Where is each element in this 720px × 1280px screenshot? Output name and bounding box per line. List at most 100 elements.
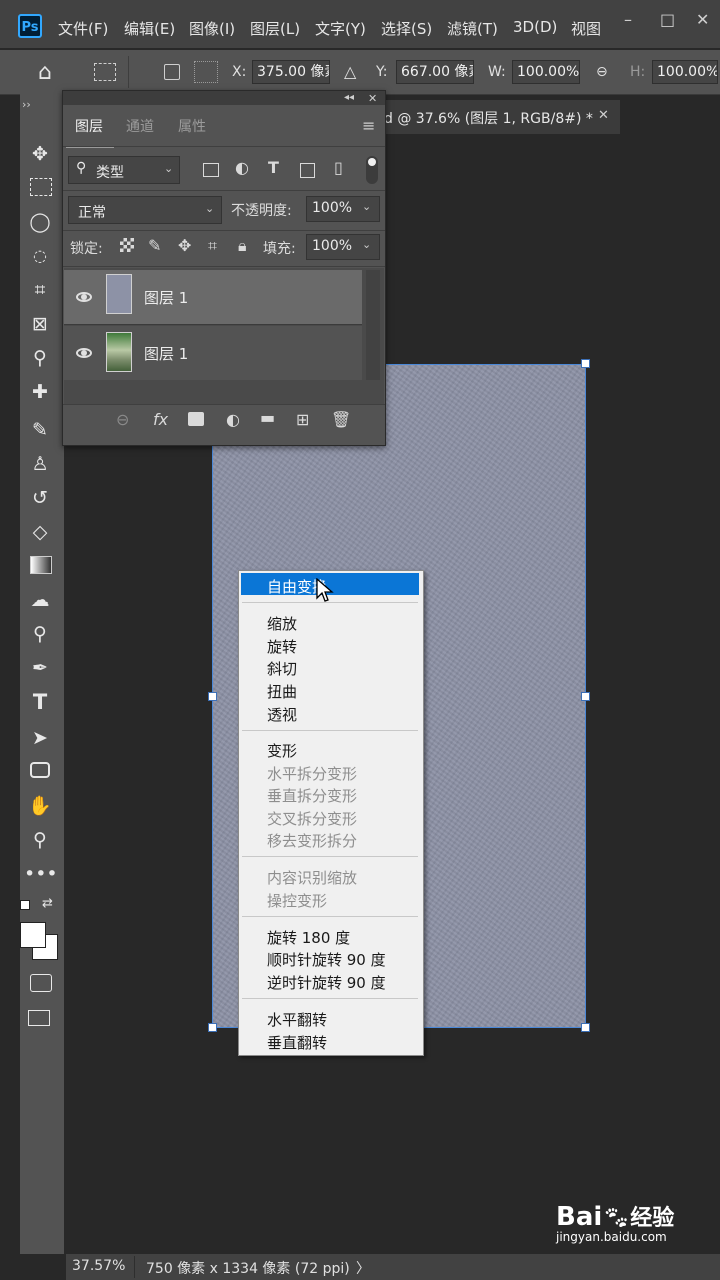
gradient-tool-icon[interactable] — [30, 556, 52, 574]
y-position-field[interactable]: 667.00 像素 — [396, 60, 474, 84]
context-item-content-aware-scale[interactable]: 内容识别缩放 — [267, 867, 357, 888]
collapse-panel-icon[interactable]: ◂◂ — [344, 92, 354, 103]
status-menu-arrow[interactable]: 〉 — [356, 1258, 370, 1278]
chevron-down-icon[interactable]: ⌄ — [362, 238, 371, 251]
lock-artboard-icon[interactable]: ⌗ — [208, 236, 217, 256]
more-tools-icon[interactable]: ••• — [24, 860, 58, 888]
tab-channels[interactable]: 通道 — [126, 116, 154, 136]
menu-layer[interactable]: 图层(L) — [250, 18, 300, 39]
menu-select[interactable]: 选择(S) — [381, 18, 432, 39]
lock-pixels-icon[interactable]: ✎ — [148, 236, 161, 255]
reference-point-checkbox[interactable] — [164, 64, 180, 80]
context-item-rotate-180[interactable]: 旋转 180 度 — [267, 927, 350, 948]
context-item-scale[interactable]: 缩放 — [267, 613, 297, 634]
context-item-warp[interactable]: 变形 — [267, 740, 297, 761]
lock-position-icon[interactable]: ✥ — [178, 236, 191, 255]
transform-handle-middle-right[interactable] — [581, 692, 590, 701]
reference-point-grid-icon[interactable] — [194, 61, 218, 83]
delete-layer-icon[interactable]: 🗑︎ — [331, 410, 351, 429]
move-tool-icon[interactable]: ✥ — [24, 140, 56, 168]
context-item-split-warp-crosswise[interactable]: 交叉拆分变形 — [267, 808, 357, 829]
link-layers-icon[interactable]: ⊖ — [116, 410, 129, 429]
menu-image[interactable]: 图像(I) — [189, 18, 235, 39]
crop-tool-icon[interactable]: ⌗ — [24, 276, 56, 304]
document-close-button[interactable]: ✕ — [598, 108, 609, 123]
context-item-puppet-warp[interactable]: 操控变形 — [267, 890, 327, 911]
context-item-distort[interactable]: 扭曲 — [267, 681, 297, 702]
healing-brush-tool-icon[interactable]: ✚ — [24, 378, 56, 406]
link-icon[interactable]: ⊖ — [596, 64, 608, 80]
filter-shape-icon[interactable] — [300, 163, 315, 178]
context-item-split-warp-vertical[interactable]: 垂直拆分变形 — [267, 785, 357, 806]
context-item-flip-horizontal[interactable]: 水平翻转 — [267, 1009, 327, 1030]
layers-scrollbar[interactable] — [366, 270, 380, 380]
dodge-tool-icon[interactable]: ⚲ — [24, 620, 56, 648]
blur-tool-icon[interactable]: ☁ — [24, 586, 56, 614]
new-layer-icon[interactable]: ⊞ — [296, 410, 309, 429]
visibility-eye-icon[interactable] — [76, 348, 92, 358]
x-position-field[interactable]: 375.00 像素 — [252, 60, 330, 84]
transform-handle-bottom-left[interactable] — [208, 1023, 217, 1032]
lock-all-icon[interactable]: 🔒︎ — [238, 236, 247, 256]
marquee-tool-icon[interactable] — [30, 178, 52, 196]
context-item-rotate[interactable]: 旋转 — [267, 636, 297, 657]
clone-stamp-tool-icon[interactable]: ♙ — [24, 450, 56, 478]
transform-reference-icon[interactable] — [94, 63, 116, 81]
context-item-rotate-90-cw[interactable]: 顺时针旋转 90 度 — [267, 949, 386, 970]
context-item-flip-vertical[interactable]: 垂直翻转 — [267, 1032, 327, 1053]
menu-type[interactable]: 文字(Y) — [315, 18, 366, 39]
context-item-rotate-90-ccw[interactable]: 逆时针旋转 90 度 — [267, 972, 386, 993]
quick-selection-tool-icon[interactable]: ◌ — [24, 242, 56, 270]
menu-view[interactable]: 视图 — [571, 18, 601, 39]
visibility-eye-icon[interactable] — [76, 292, 92, 302]
swap-colors-icon[interactable]: ⇄ — [42, 896, 53, 911]
zoom-level[interactable]: 37.57% — [72, 1258, 125, 1274]
chevron-down-icon[interactable]: ⌄ — [362, 200, 371, 213]
transform-handle-bottom-right[interactable] — [581, 1023, 590, 1032]
path-selection-tool-icon[interactable]: ➤ — [24, 724, 56, 752]
frame-tool-icon[interactable]: ⊠ — [24, 310, 56, 338]
quick-mask-icon[interactable] — [30, 974, 52, 992]
eraser-tool-icon[interactable]: ◇ — [24, 518, 56, 546]
filter-pixel-icon[interactable] — [203, 163, 219, 177]
context-item-split-warp-horizontal[interactable]: 水平拆分变形 — [267, 763, 357, 784]
layers-panel-header[interactable] — [63, 91, 385, 105]
context-item-remove-warp-split[interactable]: 移去变形拆分 — [267, 830, 357, 851]
zoom-tool-icon[interactable]: ⚲ — [24, 826, 56, 854]
pen-tool-icon[interactable]: ✒ — [24, 654, 56, 682]
width-field[interactable]: 100.00% — [512, 60, 580, 84]
filter-smart-object-icon[interactable]: ▯ — [334, 158, 343, 177]
transform-handle-top-right[interactable] — [581, 359, 590, 368]
home-icon[interactable]: ⌂ — [38, 60, 52, 85]
minimize-button[interactable]: – — [624, 10, 632, 29]
add-mask-icon[interactable] — [188, 412, 204, 426]
screen-mode-icon[interactable] — [28, 1010, 50, 1026]
delta-icon[interactable]: △ — [344, 62, 356, 81]
foreground-color-swatch[interactable] — [20, 922, 46, 948]
hand-tool-icon[interactable]: ✋ — [24, 792, 56, 820]
close-panel-icon[interactable]: ✕ — [368, 92, 377, 105]
type-tool-icon[interactable]: T — [24, 688, 56, 716]
group-folder-icon[interactable]: ▬ — [260, 408, 275, 427]
menu-filter[interactable]: 滤镜(T) — [447, 18, 498, 39]
default-colors-icon[interactable] — [20, 900, 30, 910]
context-item-skew[interactable]: 斜切 — [267, 658, 297, 679]
menu-3d[interactable]: 3D(D) — [513, 18, 557, 36]
rectangle-tool-icon[interactable] — [30, 762, 50, 778]
adjustment-layer-icon[interactable]: ◐ — [226, 410, 240, 429]
filter-adjustment-icon[interactable]: ◐ — [235, 158, 249, 177]
panel-menu-icon[interactable]: ≡ — [362, 116, 375, 135]
tab-properties[interactable]: 属性 — [178, 116, 206, 136]
history-brush-tool-icon[interactable]: ↺ — [24, 484, 56, 512]
menu-edit[interactable]: 编辑(E) — [124, 18, 175, 39]
eyedropper-tool-icon[interactable]: ⚲ — [24, 344, 56, 372]
height-field[interactable]: 100.00% — [652, 60, 718, 84]
lock-transparent-icon[interactable] — [120, 238, 134, 252]
brush-tool-icon[interactable]: ✎ — [24, 416, 56, 444]
context-item-perspective[interactable]: 透视 — [267, 704, 297, 725]
expand-panel-icon[interactable]: ›› — [22, 98, 31, 111]
menu-file[interactable]: 文件(F) — [58, 18, 108, 39]
filter-type-icon[interactable]: T — [268, 158, 279, 177]
lasso-tool-icon[interactable]: ◯ — [24, 208, 56, 236]
close-window-button[interactable]: ✕ — [696, 10, 709, 29]
